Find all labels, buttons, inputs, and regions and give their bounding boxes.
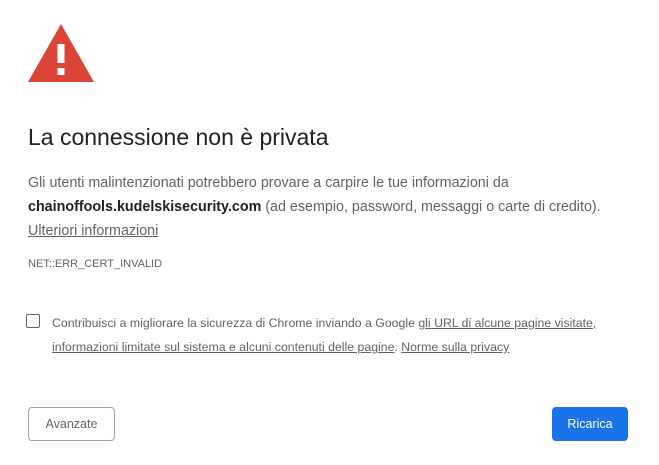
optin-checkbox[interactable]	[26, 314, 40, 328]
main-message: Gli utenti malintenzionati potrebbero pr…	[28, 171, 638, 243]
learn-more-link[interactable]: Ulteriori informazioni	[28, 223, 158, 239]
page-title: La connessione non è privata	[28, 124, 329, 150]
privacy-policy-link[interactable]: Norme sulla privacy	[401, 340, 509, 354]
error-code: NET::ERR_CERT_INVALID	[28, 258, 163, 270]
optin-text-prefix: Contribuisci a migliorare la sicurezza d…	[52, 316, 419, 330]
message-prefix: Gli utenti malintenzionati potrebbero pr…	[28, 175, 509, 191]
advanced-button[interactable]: Avanzate	[28, 407, 115, 441]
safe-browsing-optin: Contribuisci a migliorare la sicurezza d…	[26, 311, 636, 359]
hostname: chainoffools.kudelskisecurity.com	[28, 199, 262, 215]
message-suffix: (ad esempio, password, messaggi o carte …	[261, 199, 601, 215]
reload-button[interactable]: Ricarica	[552, 407, 628, 441]
warning-triangle-icon	[28, 24, 94, 82]
optin-text: Contribuisci a migliorare la sicurezza d…	[52, 311, 636, 359]
